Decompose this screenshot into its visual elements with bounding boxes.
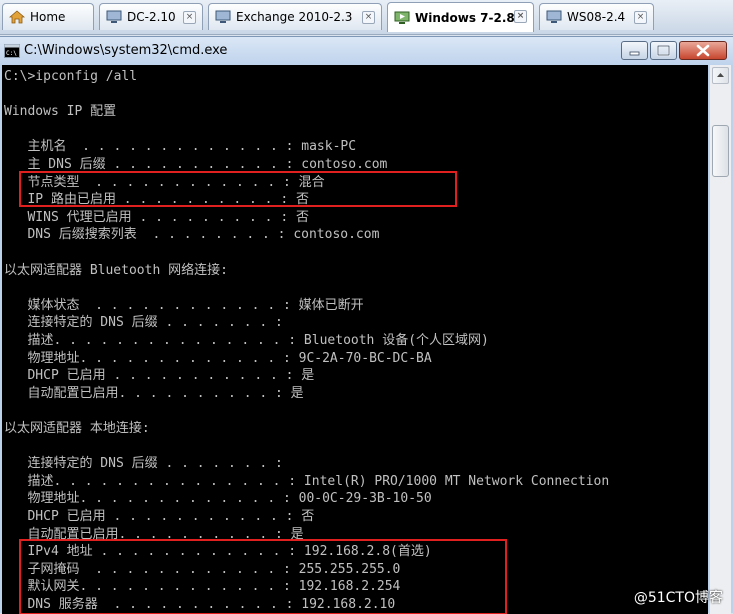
vm-icon [106,10,122,23]
chevron-up-icon [717,73,724,77]
tab-label: Windows 7-2.8 [415,10,515,25]
scroll-thumb[interactable] [712,125,729,177]
console-line: C:\>ipconfig /all [4,69,138,84]
console-line: 自动配置已启用. . . . . . . . . . : 是 [4,526,304,542]
close-icon[interactable]: × [183,11,196,24]
tab-exchange[interactable]: Exchange 2010-2.3 × [208,3,382,30]
console-line: Windows IP 配置 [4,104,117,120]
tab-windows7[interactable]: Windows 7-2.8 × [387,2,534,32]
home-icon [9,10,25,24]
console-scrollbar[interactable] [709,65,731,614]
cmd-window: C:\ C:\Windows\system32\cmd.exe C:\>ipco… [0,36,733,614]
console-line: 自动配置已启用. . . . . . . . . . : 是 [4,385,304,401]
svg-text:C:\: C:\ [6,50,17,57]
console-line: DHCP 已启用 . . . . . . . . . . . : 是 [4,368,315,384]
minimize-button[interactable] [621,41,648,60]
maximize-button[interactable] [650,41,677,60]
window-title: C:\Windows\system32\cmd.exe [24,43,228,58]
console-line: DNS 服务器 . . . . . . . . . . . : 192.168.… [4,597,396,612]
console-line: WINS 代理已启用 . . . . . . . . . : 否 [4,209,309,225]
console-line: 以太网适配器 本地连接: [4,421,150,436]
console-line: 媒体状态 . . . . . . . . . . . . : 媒体已断开 [4,297,364,313]
minimize-icon [629,51,640,56]
console-line: 描述. . . . . . . . . . . . . . . : Blueto… [4,333,489,348]
tab-label: Exchange 2010-2.3 [236,10,353,24]
console-line: IPv4 地址 . . . . . . . . . . . . : 192.16… [4,544,432,560]
tab-dc[interactable]: DC-2.10 × [99,3,203,30]
console-line: 默认网关. . . . . . . . . . . . . : 192.168.… [4,579,401,595]
close-icon[interactable]: × [362,11,375,24]
close-icon[interactable]: × [514,10,527,23]
tab-label: DC-2.10 [127,10,176,24]
console-output[interactable]: C:\>ipconfig /all Windows IP 配置 主机名 . . .… [2,65,708,614]
cmd-icon: C:\ [4,44,20,58]
close-button[interactable] [679,41,727,60]
console-line: IP 路由已启用 . . . . . . . . . . : 否 [4,192,309,208]
tab-home[interactable]: Home [2,3,94,30]
console-line: DHCP 已启用 . . . . . . . . . . . : 否 [4,509,315,524]
vm-icon [215,10,231,23]
close-icon[interactable]: × [634,11,647,24]
tab-ws08[interactable]: WS08-2.4 × [539,3,654,30]
window-titlebar[interactable]: C:\ C:\Windows\system32\cmd.exe [0,37,733,65]
console-line: 子网掩码 . . . . . . . . . . . . : 255.255.2… [4,561,401,577]
vm-tab-bar: Home DC-2.10 × Exchange 2010-2.3 × Windo… [0,0,733,35]
tab-label: Home [30,10,66,24]
console-line: DNS 后缀搜索列表 . . . . . . . . : contoso.com [4,227,380,243]
console-line: 主 DNS 后缀 . . . . . . . . . . . : contoso… [4,157,388,172]
console-line: 主机名 . . . . . . . . . . . . . : mask-PC [4,139,357,155]
console-line: 连接特定的 DNS 后缀 . . . . . . . : [4,456,283,472]
vm-running-icon [394,11,410,24]
console-line: 连接特定的 DNS 后缀 . . . . . . . : [4,315,283,331]
console-line: 描述. . . . . . . . . . . . . . . : Intel(… [4,473,610,489]
console-line: 节点类型 . . . . . . . . . . . . : 混合 [4,174,325,190]
vm-icon [546,10,562,23]
watermark: @51CTO博客 [633,590,723,606]
scroll-up-button[interactable] [712,67,729,84]
maximize-icon [656,44,671,57]
console-line: 物理地址. . . . . . . . . . . . . : 00-0C-29… [4,491,432,507]
console-line: 物理地址. . . . . . . . . . . . . : 9C-2A-70… [4,350,432,366]
console-line: 以太网适配器 Bluetooth 网络连接: [4,262,228,278]
tab-label: WS08-2.4 [567,10,626,24]
close-icon [696,44,710,57]
